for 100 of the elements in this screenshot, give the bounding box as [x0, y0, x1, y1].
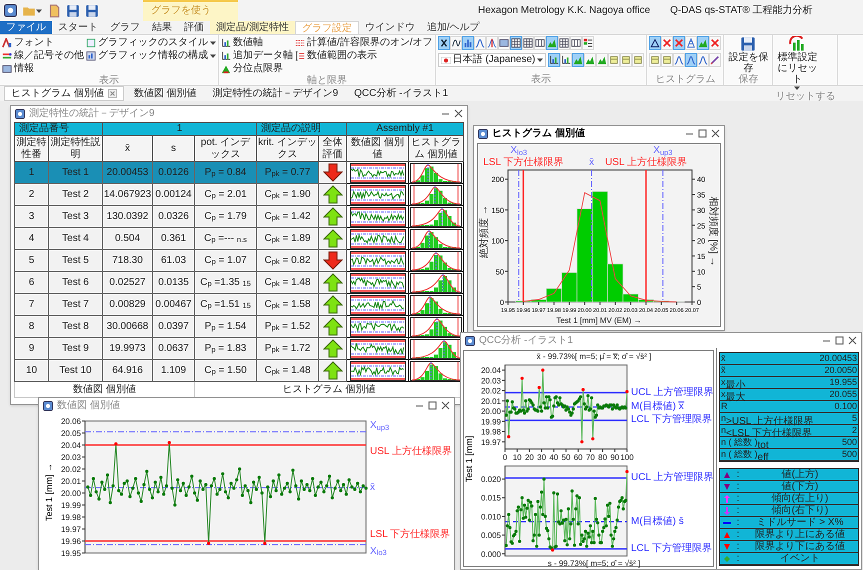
legend-label: 限界より下にある値: [754, 540, 846, 552]
line-label: UCL 上方管理限界: [631, 386, 714, 399]
group-label: 表示: [98, 75, 120, 86]
header-cell: 測定品番号: [14, 122, 102, 136]
tick-label: 40: [549, 453, 558, 462]
tick-label: 0: [502, 453, 508, 462]
stat-value: 500: [840, 437, 858, 448]
stat-value: 20.055: [828, 389, 858, 400]
line-label: LSL 下方仕様限界: [483, 157, 564, 169]
stat-value: 19.955: [828, 377, 858, 388]
tick-label: 0.015: [480, 494, 501, 503]
line-label: X$_{lo3}$: [370, 546, 387, 558]
legend-separator: :: [736, 528, 740, 540]
tick-label: 20.04: [480, 366, 501, 376]
line-label: LSL 下方仕様限界: [370, 529, 450, 541]
tick-label: 30: [537, 453, 546, 462]
line-label: LCL 下方管理限界: [631, 542, 712, 555]
legend-separator: :: [736, 492, 740, 504]
stat-value: 20.00453: [818, 353, 858, 364]
language-value: 日本語 (Japanese): [452, 54, 536, 66]
tick-label: 20.03: [480, 376, 501, 386]
stat-label: R: [720, 401, 728, 411]
legend-separator: :: [736, 552, 740, 564]
line-label: USL 上方仕様限界: [605, 157, 687, 169]
stat-value: 2: [850, 425, 858, 436]
window-title: Q-DAS qs-STAT® 工程能力分析: [670, 4, 813, 18]
tick-label: 60: [574, 453, 583, 462]
line-label: USL 上方仕様限界: [370, 446, 452, 458]
stat-value: 5: [850, 413, 858, 424]
legend-separator: :: [736, 504, 740, 516]
tick-label: 90: [610, 453, 620, 462]
tick-label: 20: [524, 453, 534, 462]
line-label: x̄: [370, 482, 375, 494]
group-label: ヒストグラム: [654, 74, 716, 85]
legend-label: ミドルサード > X%: [756, 516, 844, 528]
legend-label: イベント: [779, 552, 821, 564]
tick-label: 19.95: [60, 549, 81, 558]
chart-title: x̄ - 99.73%[ m=5; μ̂ = x̿; σ̂ = √s̄² ]: [536, 351, 652, 362]
legend-label: 値(上方): [780, 468, 820, 480]
tick-label: 20.01: [480, 396, 501, 406]
header-cell: Assembly #1: [346, 122, 464, 136]
tick-label: 19.99: [60, 501, 81, 510]
tick-label: 19.99: [480, 417, 501, 426]
tick-label: 0.020: [480, 475, 501, 484]
axis-label: 絶対頻度 →: [478, 205, 490, 258]
line-label: M(目標値) s̄: [631, 516, 684, 528]
legend-label: 傾向(右下り): [770, 504, 830, 516]
stat-value: 500: [840, 449, 858, 460]
tick-label: 20.06: [60, 417, 81, 426]
window-title: 測定特性の統計－デザイン9: [29, 106, 155, 121]
tick-label: 20.03: [60, 453, 81, 462]
line-label: LCL 下方管理限界: [631, 414, 712, 426]
chart-title: s - 99.73%[ m=5; σ̂ = √s̄² ]: [546, 558, 642, 569]
tick-label: 19.97: [60, 525, 81, 534]
legend-label: 値(下方): [780, 480, 820, 492]
window-title: QCC分析 -イラスト1: [479, 334, 573, 348]
axis-label: Test 1 [mm] MV (EM) →: [555, 316, 643, 325]
tick-label: 0.000: [480, 550, 501, 558]
tick-label: 20.05: [60, 429, 81, 438]
tick-label: 70: [586, 453, 595, 462]
tick-label: 20.02: [480, 386, 501, 396]
tick-label: 0.010: [480, 512, 501, 522]
line-label: X$_{up3}$: [370, 420, 390, 432]
tick-label: 19.98: [60, 513, 81, 522]
stat-label: x̄: [720, 353, 726, 363]
tick-label: 19.96: [60, 537, 81, 546]
tick-label: 0.005: [480, 531, 501, 540]
stat-value: 20.0050: [823, 365, 858, 376]
tick-label: 20.00: [480, 407, 501, 416]
tick-label: 100: [620, 453, 634, 462]
stat-value: 0.100: [833, 401, 858, 412]
stat-label: x̃: [720, 365, 726, 375]
line-label: X$_{lo3}$: [510, 145, 528, 157]
axis-label: Test 1 [mm]: [464, 432, 475, 484]
axis-label: 相対頻度 [%] →: [708, 196, 718, 266]
tick-label: 20.01: [60, 477, 81, 486]
tick-label: 20.02: [60, 465, 81, 474]
line-label: UCL 上方管理限界: [631, 472, 714, 484]
group-label: 表示: [530, 74, 552, 85]
legend-label: 限界より上にある値: [754, 528, 846, 540]
legend-separator: :: [736, 480, 740, 492]
tick-label: 50: [562, 453, 570, 462]
tick-label: 10: [512, 453, 522, 462]
line-label: X$_{up3}$: [653, 145, 672, 157]
header-cell: 1: [102, 122, 257, 136]
line-label: x̄: [589, 157, 594, 169]
contextual-tab-group-label: グラフを使う: [143, 0, 238, 21]
tick-label: 80: [598, 453, 608, 462]
line-label: M(目標値) x̿: [631, 401, 684, 413]
tick-label: 20.04: [60, 441, 81, 450]
group-label: リセットする: [775, 91, 836, 102]
legend-separator: :: [736, 468, 740, 480]
legend-separator: :: [736, 516, 740, 528]
group-label: 保存: [737, 74, 760, 85]
window-title: ヒストグラム 個別値: [492, 126, 585, 141]
group-label: 軸と限界: [306, 75, 348, 86]
tick-label: 20.00: [60, 489, 81, 498]
header-cell: 測定品の説明: [256, 122, 347, 136]
axis-label: Test 1 [mm] →: [43, 460, 55, 524]
tick-label: 19.98: [480, 428, 501, 437]
